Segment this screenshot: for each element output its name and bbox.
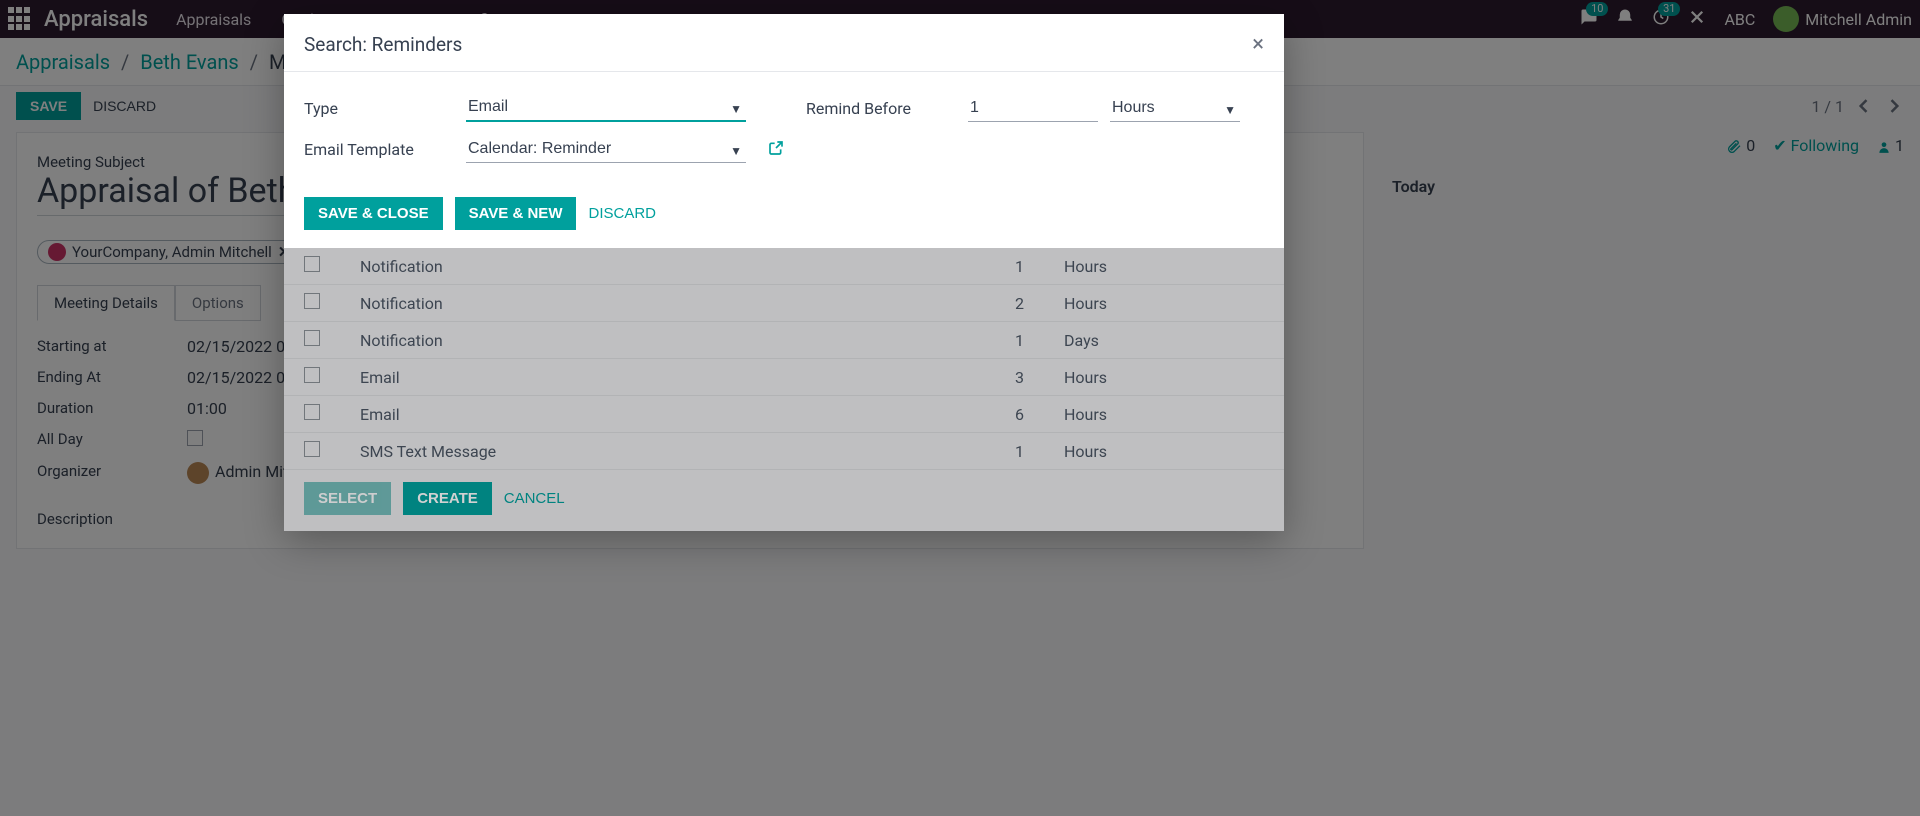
row-checkbox[interactable] <box>304 256 320 272</box>
table-row[interactable]: SMS Text Message 1 Hours <box>284 433 1284 470</box>
select-button[interactable]: SELECT <box>304 482 391 515</box>
row-unit: Days <box>1044 322 1164 359</box>
row-unit: Hours <box>1044 248 1164 285</box>
row-amount: 1 <box>964 322 1044 359</box>
reminders-modal: Search: Reminders × Type ▼ Remind Before <box>284 14 1284 531</box>
type-label: Type <box>304 99 454 118</box>
modal-title: Search: Reminders <box>304 33 1252 56</box>
row-unit: Hours <box>1044 396 1164 433</box>
row-type: Notification <box>340 248 964 285</box>
modal-discard-button[interactable]: DISCARD <box>588 205 656 222</box>
external-link-icon[interactable] <box>768 140 784 160</box>
table-row[interactable]: Notification 1 Days <box>284 322 1284 359</box>
row-amount: 3 <box>964 359 1044 396</box>
row-type: Notification <box>340 285 964 322</box>
create-reminder-modal: Search: Reminders × Type ▼ Remind Before <box>284 14 1284 248</box>
email-template-label: Email Template <box>304 140 454 159</box>
table-row[interactable]: Notification 2 Hours <box>284 285 1284 322</box>
row-checkbox[interactable] <box>304 293 320 309</box>
type-select[interactable] <box>466 94 746 122</box>
save-and-new-button[interactable]: SAVE & NEW <box>455 197 577 230</box>
cancel-button[interactable]: CANCEL <box>504 490 565 507</box>
row-checkbox[interactable] <box>304 441 320 457</box>
row-checkbox[interactable] <box>304 367 320 383</box>
email-template-select[interactable] <box>466 136 746 163</box>
row-type: Email <box>340 359 964 396</box>
modal-close-icon[interactable]: × <box>1252 32 1264 57</box>
row-amount: 6 <box>964 396 1044 433</box>
remind-before-label: Remind Before <box>806 99 956 118</box>
reminders-table: Notification 1 Hours Notification 2 Hour… <box>284 248 1284 470</box>
search-results-section: Notification 1 Hours Notification 2 Hour… <box>284 248 1284 531</box>
create-button[interactable]: CREATE <box>403 482 492 515</box>
row-type: Email <box>340 396 964 433</box>
save-and-close-button[interactable]: SAVE & CLOSE <box>304 197 443 230</box>
row-amount: 1 <box>964 248 1044 285</box>
row-unit: Hours <box>1044 359 1164 396</box>
row-unit: Hours <box>1044 433 1164 470</box>
row-unit: Hours <box>1044 285 1164 322</box>
row-type: SMS Text Message <box>340 433 964 470</box>
table-row[interactable]: Notification 1 Hours <box>284 248 1284 285</box>
row-checkbox[interactable] <box>304 404 320 420</box>
remind-before-number[interactable] <box>968 95 1098 122</box>
row-type: Notification <box>340 322 964 359</box>
table-row[interactable]: Email 3 Hours <box>284 359 1284 396</box>
row-amount: 1 <box>964 433 1044 470</box>
remind-before-unit[interactable] <box>1110 95 1240 122</box>
row-checkbox[interactable] <box>304 330 320 346</box>
row-amount: 2 <box>964 285 1044 322</box>
table-row[interactable]: Email 6 Hours <box>284 396 1284 433</box>
